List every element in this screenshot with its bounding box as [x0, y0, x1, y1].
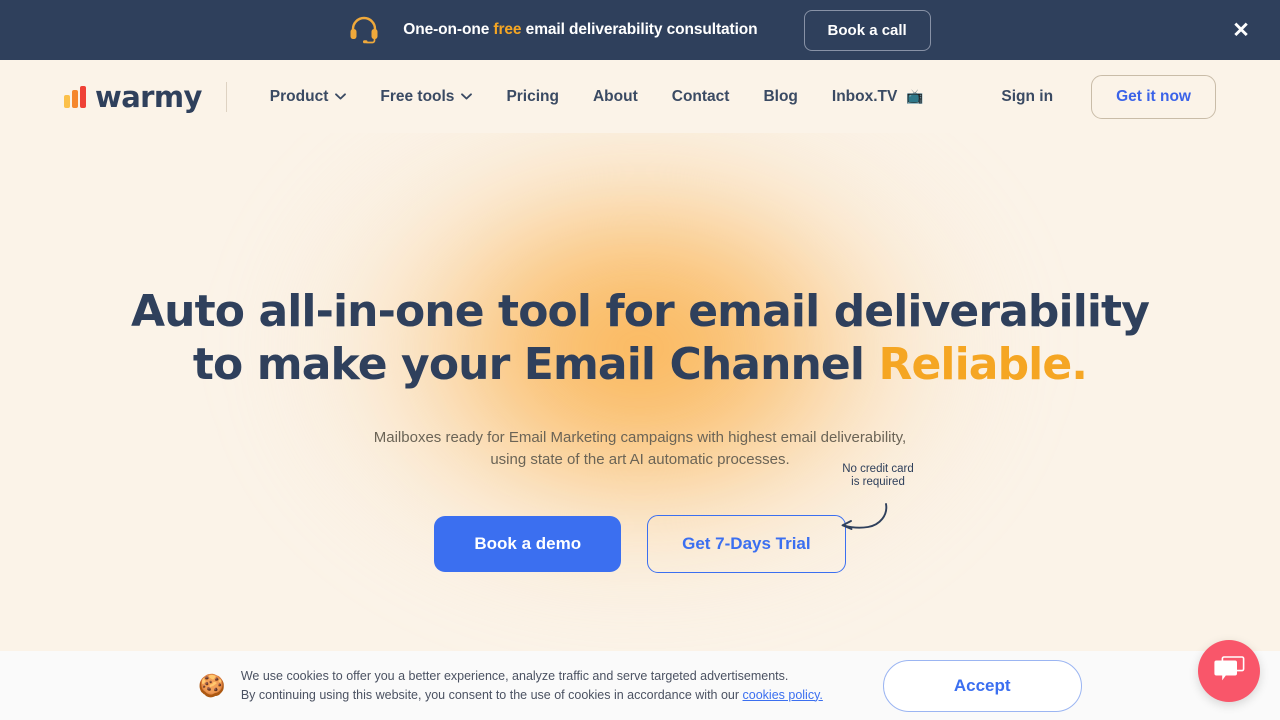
promo-text-suffix: email deliverability consultation — [521, 21, 758, 38]
cookie-icon: 🍪 — [198, 672, 226, 698]
hero-content: Auto all-in-one tool for email deliverab… — [0, 133, 1280, 573]
book-a-demo-button[interactable]: Book a demo — [434, 516, 622, 572]
cookies-policy-link[interactable]: cookies policy. — [743, 688, 823, 702]
nav-item-about[interactable]: About — [576, 80, 655, 114]
cookie-consent-banner: 🍪 We use cookies to offer you a better e… — [0, 651, 1280, 720]
accept-cookies-button[interactable]: Accept — [882, 659, 1082, 712]
close-icon[interactable]: ✕ — [1228, 17, 1254, 43]
nav-item-inbox-tv[interactable]: Inbox.TV 📺 — [815, 80, 941, 114]
nav-item-label: About — [592, 87, 638, 105]
hero-subtitle-line-1: Mailboxes ready for Email Marketing camp… — [373, 429, 907, 446]
nav-item-product[interactable]: Product — [253, 80, 364, 114]
nav-item-free-tools[interactable]: Free tools — [363, 80, 489, 114]
hero-title-accent: Reliable. — [878, 339, 1088, 390]
cookie-banner-text: We use cookies to offer you a better exp… — [241, 667, 823, 705]
hero-title-line-1: Auto all-in-one tool for email deliverab… — [131, 286, 1150, 337]
page-title: Auto all-in-one tool for email deliverab… — [0, 285, 1280, 391]
logo-bars-icon — [64, 85, 86, 108]
book-a-call-button[interactable]: Book a call — [803, 9, 931, 51]
nav-item-label: Pricing — [506, 87, 559, 105]
nav-item-label: Free tools — [380, 87, 455, 105]
hero-section: Auto all-in-one tool for email deliverab… — [0, 133, 1280, 651]
nav-item-label: Contact — [671, 87, 730, 105]
curved-arrow-icon — [835, 502, 891, 534]
note-line-2: is required — [851, 476, 905, 488]
get-it-now-button[interactable]: Get it now — [1091, 74, 1216, 119]
nav-item-pricing[interactable]: Pricing — [489, 80, 576, 114]
headset-icon — [349, 16, 379, 44]
cookie-text-line-2-prefix: By continuing using this website, you co… — [240, 687, 743, 702]
promo-banner-content: One-on-one free email deliverability con… — [349, 9, 931, 51]
promo-text-highlight: free — [493, 21, 522, 38]
chevron-down-icon — [461, 93, 473, 100]
hero-subtitle: Mailboxes ready for Email Marketing camp… — [0, 427, 1280, 471]
chat-widget-button[interactable] — [1198, 640, 1260, 702]
hero-title-line-2: to make your Email Channel — [192, 339, 879, 390]
logo[interactable]: warmy — [64, 80, 202, 114]
chat-bubble-icon — [1213, 654, 1245, 689]
promo-text-prefix: One-on-one — [403, 21, 494, 38]
no-credit-card-note: No credit card is required — [818, 463, 938, 489]
television-icon: 📺 — [906, 88, 924, 104]
nav-divider — [225, 81, 227, 112]
hero-cta-group: Book a demo Get 7-Days Trial No credit c… — [0, 463, 1280, 573]
nav-links: Product Free tools Pricing About Contact… — [253, 80, 941, 114]
nav-item-label: Product — [269, 87, 329, 105]
main-navbar: warmy Product Free tools Pricing About C… — [0, 60, 1280, 133]
promo-banner-text: One-on-one free email deliverability con… — [403, 21, 757, 39]
nav-item-contact[interactable]: Contact — [655, 80, 747, 114]
promo-banner: One-on-one free email deliverability con… — [0, 0, 1280, 60]
sign-in-link[interactable]: Sign in — [985, 80, 1069, 114]
cookie-text-line-1: We use cookies to offer you a better exp… — [240, 668, 789, 683]
note-line-1: No credit card — [842, 463, 914, 475]
cookie-banner-content: 🍪 We use cookies to offer you a better e… — [198, 667, 822, 705]
get-trial-button[interactable]: Get 7-Days Trial — [647, 515, 846, 573]
nav-right-actions: Sign in Get it now — [985, 74, 1216, 119]
nav-item-blog[interactable]: Blog — [746, 80, 814, 114]
chevron-down-icon — [335, 93, 347, 100]
hero-subtitle-line-2: using state of the art AI automatic proc… — [490, 451, 790, 468]
nav-item-label: Inbox.TV — [831, 87, 898, 105]
nav-item-label: Blog — [763, 87, 798, 105]
logo-wordmark: warmy — [95, 79, 202, 114]
